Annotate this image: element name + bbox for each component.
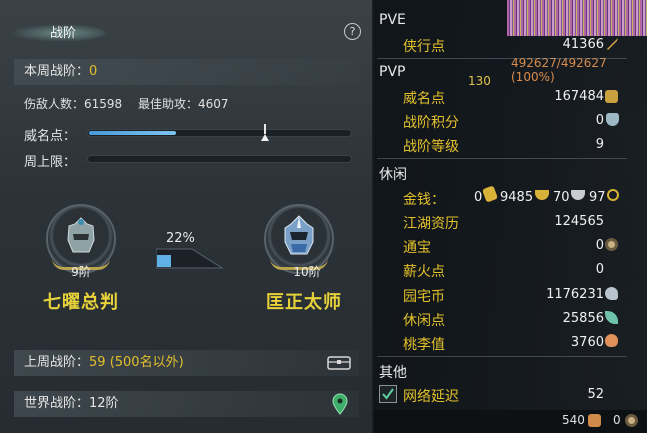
current-rank-level: 9阶	[71, 265, 91, 279]
world-rank-label: 世界战阶：	[24, 396, 90, 411]
chest-icon[interactable]	[327, 353, 351, 371]
target-hp-text: 492627/492627 (100%)	[511, 56, 607, 84]
help-button[interactable]: ?	[344, 23, 361, 40]
rank-progress-bar	[156, 248, 224, 269]
next-rank-name: 匡正太师	[266, 292, 342, 313]
prestige-bar-fill	[89, 131, 176, 135]
leisure-item-value: 25856	[562, 311, 604, 326]
weekly-rank-value: 0	[89, 64, 98, 79]
network-latency-checkbox[interactable]	[379, 385, 397, 403]
leisure-item-value: 0	[595, 238, 604, 253]
weekly-cap-label: 周上限：	[24, 155, 77, 170]
badge-icon	[605, 90, 618, 103]
weekly-cap-bar	[87, 155, 352, 163]
leisure-item-value: 124565	[554, 214, 604, 229]
copper-coin-icon	[607, 189, 619, 201]
prestige-marker	[264, 124, 266, 134]
leisure-item-value: 1176231	[546, 287, 604, 302]
network-latency-value: 52	[587, 387, 604, 402]
leisure-header: 休闲	[379, 167, 407, 183]
leisure-item-label: 休闲点	[403, 313, 445, 329]
peach-icon	[605, 334, 618, 347]
combat-stats: 伤敌人数：61598 最佳助攻：4607	[24, 97, 229, 111]
party-banner	[507, 0, 647, 36]
helmet-icon	[67, 217, 95, 253]
last-week-label: 上周战阶：	[24, 355, 90, 370]
house-coin-icon	[605, 287, 618, 300]
network-latency-label: 网络延迟	[403, 389, 459, 405]
checkmark-icon	[382, 388, 394, 400]
pve-header: PVE	[379, 12, 406, 28]
money-gold: 9485	[500, 190, 534, 205]
money-label: 金钱：	[403, 192, 445, 208]
pvp-item-value: 167484	[554, 89, 604, 104]
pvp-item-label: 威名点	[403, 91, 445, 107]
world-rank-value: 12阶	[89, 396, 119, 411]
location-pin-icon[interactable]	[332, 393, 348, 415]
bottom-value-1: 540	[562, 413, 585, 427]
pvp-header: PVP	[379, 64, 406, 80]
pve-item-label: 侠行点	[403, 39, 445, 55]
pvp-item-value: 0	[595, 113, 604, 128]
leisure-item-label: 薪火点	[403, 264, 445, 280]
money-silver: 70	[553, 190, 570, 205]
leisure-item-value: 0	[595, 262, 604, 277]
leisure-item-label: 桃李值	[403, 337, 445, 353]
weekly-rank-label: 本周战阶：	[24, 64, 90, 79]
boot-icon	[588, 414, 601, 427]
pvp-item-value: 9	[595, 137, 604, 152]
sword-icon	[607, 38, 618, 50]
last-week-value: 59 (500名以外)	[89, 355, 184, 370]
last-week-rank-row: 上周战阶：59 (500名以外)	[14, 350, 359, 376]
pve-item-value: 41366	[562, 37, 604, 52]
knight-helmet-icon	[284, 215, 314, 255]
weekly-rank-row: 本周战阶：0	[14, 59, 359, 85]
other-header: 其他	[379, 365, 407, 381]
prestige-label: 威名点：	[24, 129, 77, 144]
rank-progress-percent: 22%	[166, 231, 195, 246]
leisure-item-label: 园宅币	[403, 289, 445, 305]
prestige-marker-arrow	[261, 134, 269, 141]
world-rank-row: 世界战阶：12阶	[14, 391, 359, 417]
leisure-item-value: 3760	[570, 335, 604, 350]
rank-panel: 战阶 ? 本周战阶：0 伤敌人数：61598 最佳助攻：4607 威名点： 周上…	[0, 0, 373, 433]
next-rank-level: 10阶	[293, 265, 321, 279]
prestige-bar	[87, 124, 352, 141]
coin-icon	[605, 238, 618, 251]
bottom-status-bar: 540 0	[374, 410, 647, 433]
leisure-item-label: 通宝	[403, 240, 431, 256]
panel-header: 战阶 ?	[0, 0, 373, 46]
money-copper: 0	[474, 190, 483, 205]
coin-icon	[625, 414, 638, 427]
target-level: 130	[468, 74, 491, 88]
money-copper-small: 97	[589, 190, 606, 205]
pvp-item-label: 战阶积分	[403, 115, 459, 131]
pvp-item-label: 战阶等级	[403, 139, 459, 155]
bottom-value-2: 0	[613, 413, 621, 427]
shield-icon	[606, 113, 619, 126]
panel-title: 战阶	[50, 26, 77, 41]
current-rank-name: 七曜总判	[43, 292, 119, 313]
leisure-item-label: 江湖资历	[403, 216, 459, 232]
